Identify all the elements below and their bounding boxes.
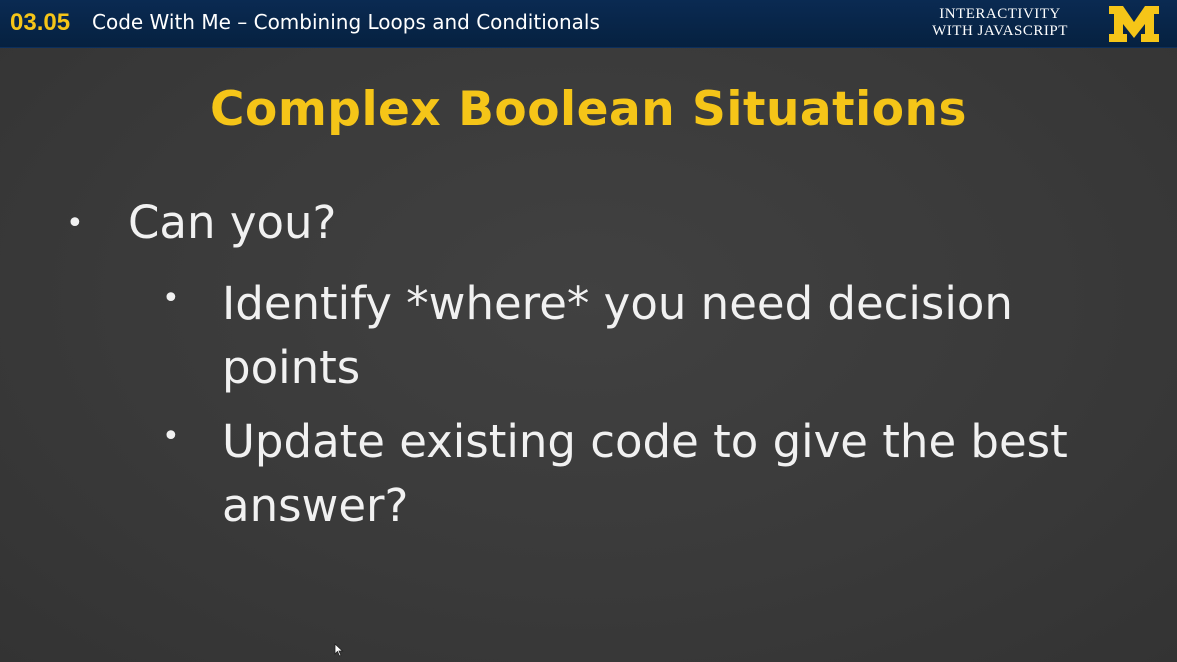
lecture-header-bar: 03.05 Code With Me – Combining Loops and… xyxy=(0,0,1177,48)
slide-title: Complex Boolean Situations xyxy=(210,82,967,137)
sub-bullet-text: Update existing code to give the best an… xyxy=(222,415,1068,532)
sub-bullet-icon: • xyxy=(162,281,180,316)
course-name: INTERACTIVITY WITH JAVASCRIPT xyxy=(912,6,1088,40)
mouse-pointer-icon xyxy=(334,643,344,657)
sub-bullet-text: Identify *where* you need decision point… xyxy=(222,277,1013,394)
lesson-number: 03.05 xyxy=(10,9,71,36)
video-frame: 03.05 Code With Me – Combining Loops and… xyxy=(0,0,1177,662)
sub-bullet-icon: • xyxy=(162,419,180,454)
lesson-title: Code With Me – Combining Loops and Condi… xyxy=(92,10,600,34)
bullet-icon: • xyxy=(66,206,84,241)
course-name-line2: WITH JAVASCRIPT xyxy=(932,23,1068,39)
course-name-line1: INTERACTIVITY xyxy=(939,6,1061,22)
block-m-logo-icon xyxy=(1109,6,1159,42)
bullet-text: Can you? xyxy=(128,196,337,249)
